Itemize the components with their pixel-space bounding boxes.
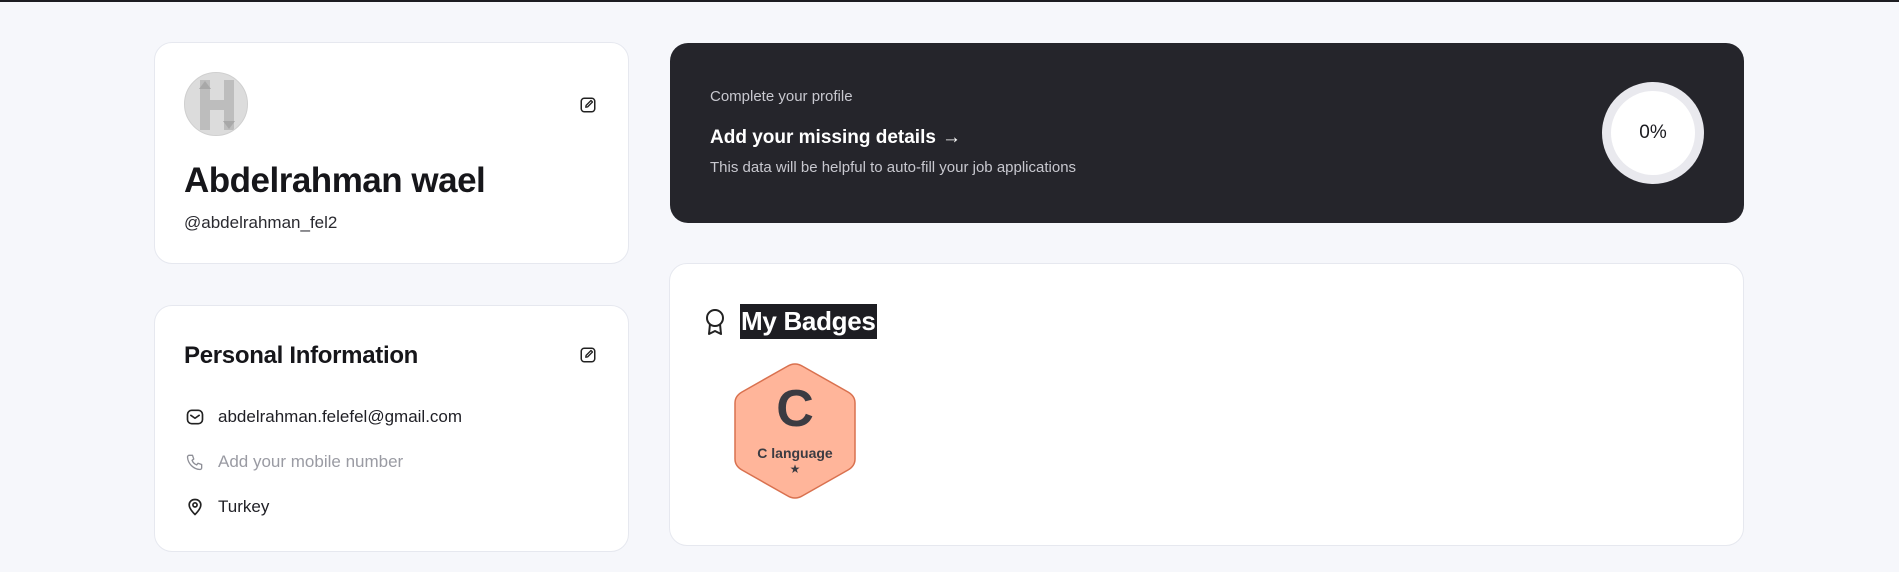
badges-title: My Badges [740, 304, 877, 339]
personal-info-card: Personal Information abdelrahman.felefel… [154, 305, 629, 552]
profile-card: Abdelrahman wael @abdelrahman_fel2 [154, 42, 629, 264]
location-value: Turkey [218, 497, 270, 516]
mail-icon [184, 406, 206, 428]
edit-icon [580, 97, 596, 113]
profile-progress-value: 0% [1611, 91, 1695, 175]
personal-info-title: Personal Information [184, 342, 419, 369]
edit-profile-button[interactable] [577, 94, 599, 116]
location-row: Turkey [184, 495, 269, 519]
email-value: abdelrahman.felefel@gmail.com [218, 407, 463, 426]
profile-progress-ring: 0% [1602, 82, 1704, 184]
complete-profile-description: This data will be helpful to auto-fill y… [710, 159, 1077, 176]
badges-header: My Badges [704, 304, 877, 339]
top-border [0, 0, 1899, 2]
edit-icon [580, 347, 596, 363]
award-ribbon-icon [706, 308, 724, 335]
phone-row[interactable]: Add your mobile number [184, 450, 403, 474]
complete-profile-eyebrow: Complete your profile [710, 88, 853, 105]
add-missing-details-link[interactable]: Add your missing details → [710, 127, 961, 149]
badge-c-language[interactable]: C C language ★ [730, 361, 860, 501]
avatar[interactable] [184, 72, 248, 136]
email-row: abdelrahman.felefel@gmail.com [184, 405, 462, 429]
avatar-logo-icon [185, 73, 247, 135]
badge-label: C language [757, 445, 833, 461]
profile-name: Abdelrahman wael [184, 161, 486, 200]
edit-personal-info-button[interactable] [577, 344, 599, 366]
location-pin-icon [184, 496, 206, 518]
add-missing-details-label: Add your missing details [710, 127, 936, 148]
badge-star-icon: ★ [789, 462, 801, 476]
phone-placeholder[interactable]: Add your mobile number [218, 452, 403, 472]
complete-profile-card: Complete your profile Add your missing d… [670, 43, 1744, 223]
profile-handle: @abdelrahman_fel2 [184, 213, 338, 232]
badge-letter: C [776, 380, 814, 438]
phone-icon [184, 451, 206, 473]
badges-card: My Badges C C language ★ [669, 263, 1744, 546]
arrow-right-icon: → [941, 127, 961, 148]
